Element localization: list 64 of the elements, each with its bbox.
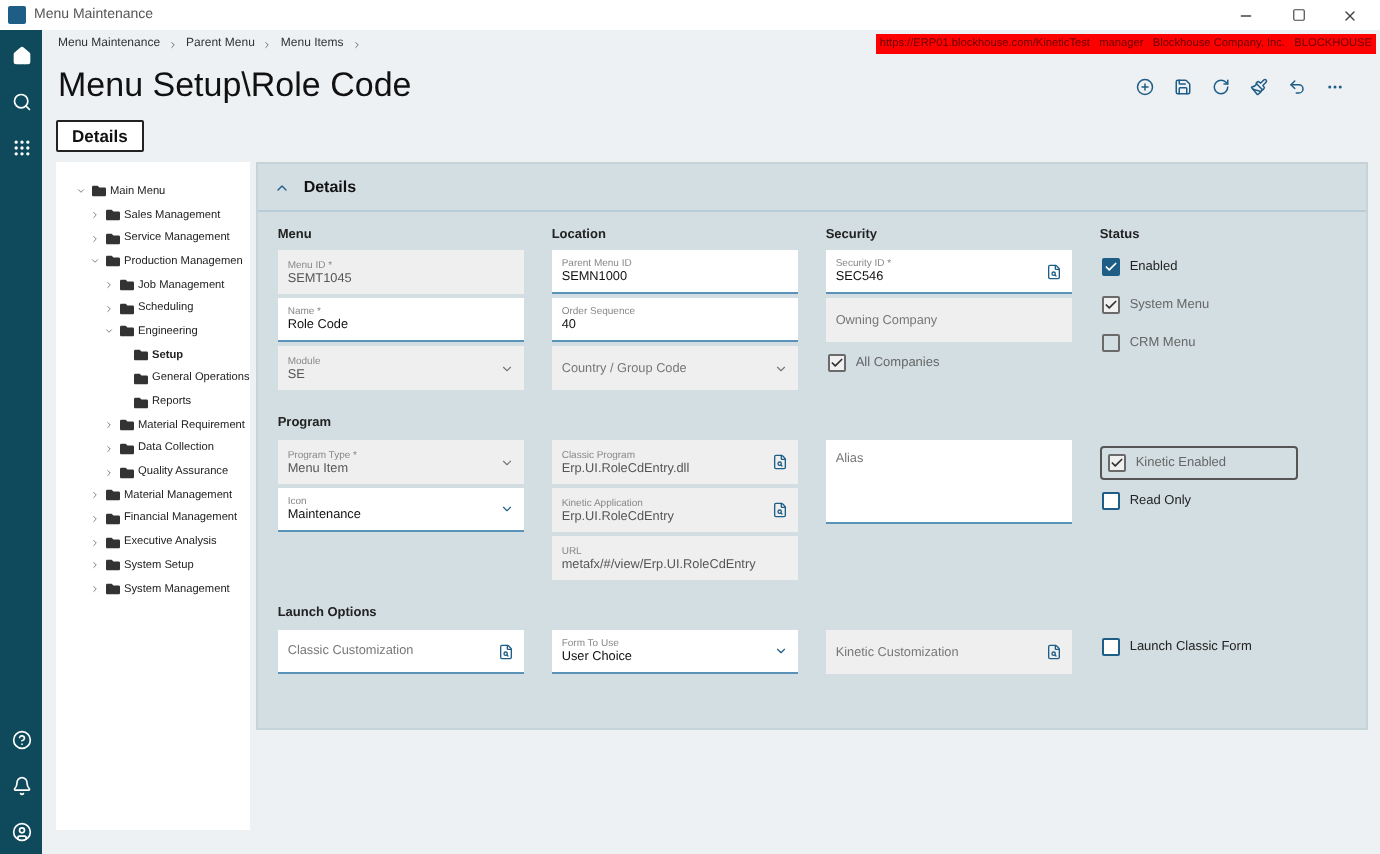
folder-icon	[106, 511, 120, 526]
caret-icon[interactable]	[88, 233, 102, 244]
refresh-icon[interactable]	[1212, 77, 1230, 95]
search-icon[interactable]	[497, 643, 514, 659]
tab[interactable]: Details	[56, 120, 144, 152]
caret-icon[interactable]	[102, 443, 116, 454]
checkbox[interactable]	[1101, 258, 1120, 276]
chevron-icon	[351, 39, 362, 49]
add-icon[interactable]	[1136, 77, 1154, 95]
folder-icon	[134, 348, 148, 363]
caret-icon[interactable]	[88, 490, 102, 501]
caret-icon[interactable]	[74, 186, 88, 197]
app-icon	[8, 6, 26, 24]
folder-icon	[106, 535, 120, 550]
caret-icon[interactable]	[88, 210, 102, 221]
search-icon[interactable]	[771, 454, 788, 470]
caret-icon	[499, 361, 514, 375]
caret-icon[interactable]	[102, 280, 116, 291]
folder-icon	[120, 301, 134, 316]
user-icon[interactable]	[11, 822, 31, 842]
folder-icon	[106, 558, 120, 573]
folder-icon	[134, 371, 148, 386]
save-icon[interactable]	[1174, 77, 1192, 95]
chevron-icon	[168, 39, 179, 49]
folder-icon	[120, 441, 134, 456]
brush-icon[interactable]	[1250, 77, 1268, 95]
page-title: Menu Setup\Role Code	[58, 66, 414, 106]
folder-icon	[106, 254, 120, 269]
caret-icon[interactable]	[102, 420, 116, 431]
search-icon[interactable]	[1045, 263, 1062, 279]
folder-icon	[106, 582, 120, 597]
folder-icon	[120, 418, 134, 433]
search-icon[interactable]	[771, 502, 788, 518]
caret-icon	[773, 361, 788, 375]
search-icon[interactable]	[1045, 644, 1062, 660]
close-icon[interactable]	[1342, 7, 1358, 23]
caret-icon[interactable]	[102, 467, 116, 478]
caret-icon	[499, 502, 514, 516]
checkbox[interactable]	[1101, 638, 1120, 656]
caret-icon[interactable]	[102, 326, 116, 337]
caret-icon[interactable]	[88, 513, 102, 524]
caret-icon[interactable]	[88, 584, 102, 595]
maximize-icon[interactable]	[1291, 8, 1305, 22]
bell-icon[interactable]	[11, 776, 31, 796]
help-icon[interactable]	[11, 730, 31, 750]
apps-icon[interactable]	[11, 138, 31, 158]
chevron-icon	[262, 39, 273, 49]
caret-icon	[499, 455, 514, 469]
folder-icon	[120, 278, 134, 293]
folder-icon	[106, 231, 120, 246]
checkbox[interactable]	[1101, 492, 1120, 510]
caret-icon[interactable]	[88, 560, 102, 571]
home-icon[interactable]	[11, 46, 31, 66]
caret-icon[interactable]	[88, 256, 102, 267]
caret-icon	[773, 644, 788, 658]
folder-icon	[92, 184, 106, 199]
undo-icon[interactable]	[1288, 77, 1306, 95]
folder-icon	[120, 324, 134, 339]
caret-icon[interactable]	[88, 537, 102, 548]
folder-icon	[106, 208, 120, 223]
caret-icon[interactable]	[102, 303, 116, 314]
folder-icon	[134, 395, 148, 410]
folder-icon	[106, 488, 120, 503]
folder-icon	[120, 465, 134, 480]
